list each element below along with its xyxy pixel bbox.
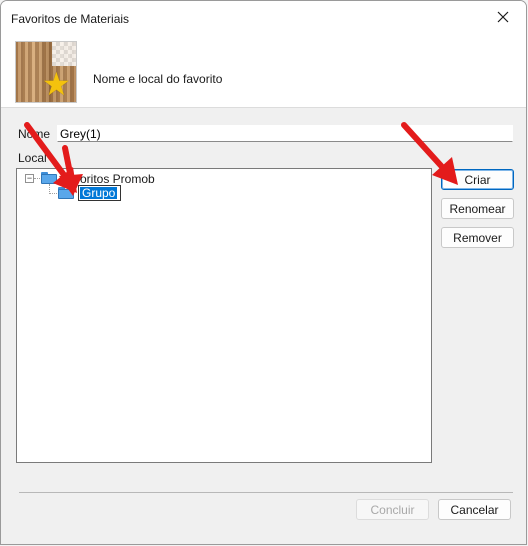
create-button[interactable]: Criar <box>441 169 514 190</box>
close-button[interactable] <box>480 1 526 33</box>
tree-node-edit-box[interactable]: Grupo <box>78 185 121 201</box>
cancel-button[interactable]: Cancelar <box>438 499 511 520</box>
material-thumbnail: ★ <box>15 41 77 103</box>
star-icon: ★ <box>42 66 71 102</box>
name-label: Nome <box>18 127 51 141</box>
location-label: Local <box>18 151 47 165</box>
tree-connector <box>49 193 57 194</box>
dialog-window: Favoritos de Materiais ★ Nome e local do… <box>0 0 527 545</box>
finish-button[interactable]: Concluir <box>356 499 429 520</box>
header-band <box>1 33 526 108</box>
tree-node-child-label[interactable]: Grupo <box>80 187 118 199</box>
tree-expander-collapse[interactable]: − <box>25 174 34 183</box>
footer-separator <box>19 492 513 493</box>
folder-icon <box>58 187 74 199</box>
folder-icon <box>41 172 57 184</box>
header-description: Nome e local do favorito <box>93 72 223 86</box>
transparency-checker <box>52 42 76 66</box>
name-input[interactable] <box>57 125 513 142</box>
location-tree[interactable]: − Favoritos Promob Grupo <box>16 168 432 463</box>
close-icon <box>497 11 509 23</box>
window-title: Favoritos de Materiais <box>11 12 130 26</box>
title-bar[interactable]: Favoritos de Materiais <box>1 1 526 33</box>
tree-connector <box>34 178 40 179</box>
tree-node-root[interactable]: Favoritos Promob <box>60 172 155 186</box>
remove-button[interactable]: Remover <box>441 227 514 248</box>
rename-button[interactable]: Renomear <box>441 198 514 219</box>
